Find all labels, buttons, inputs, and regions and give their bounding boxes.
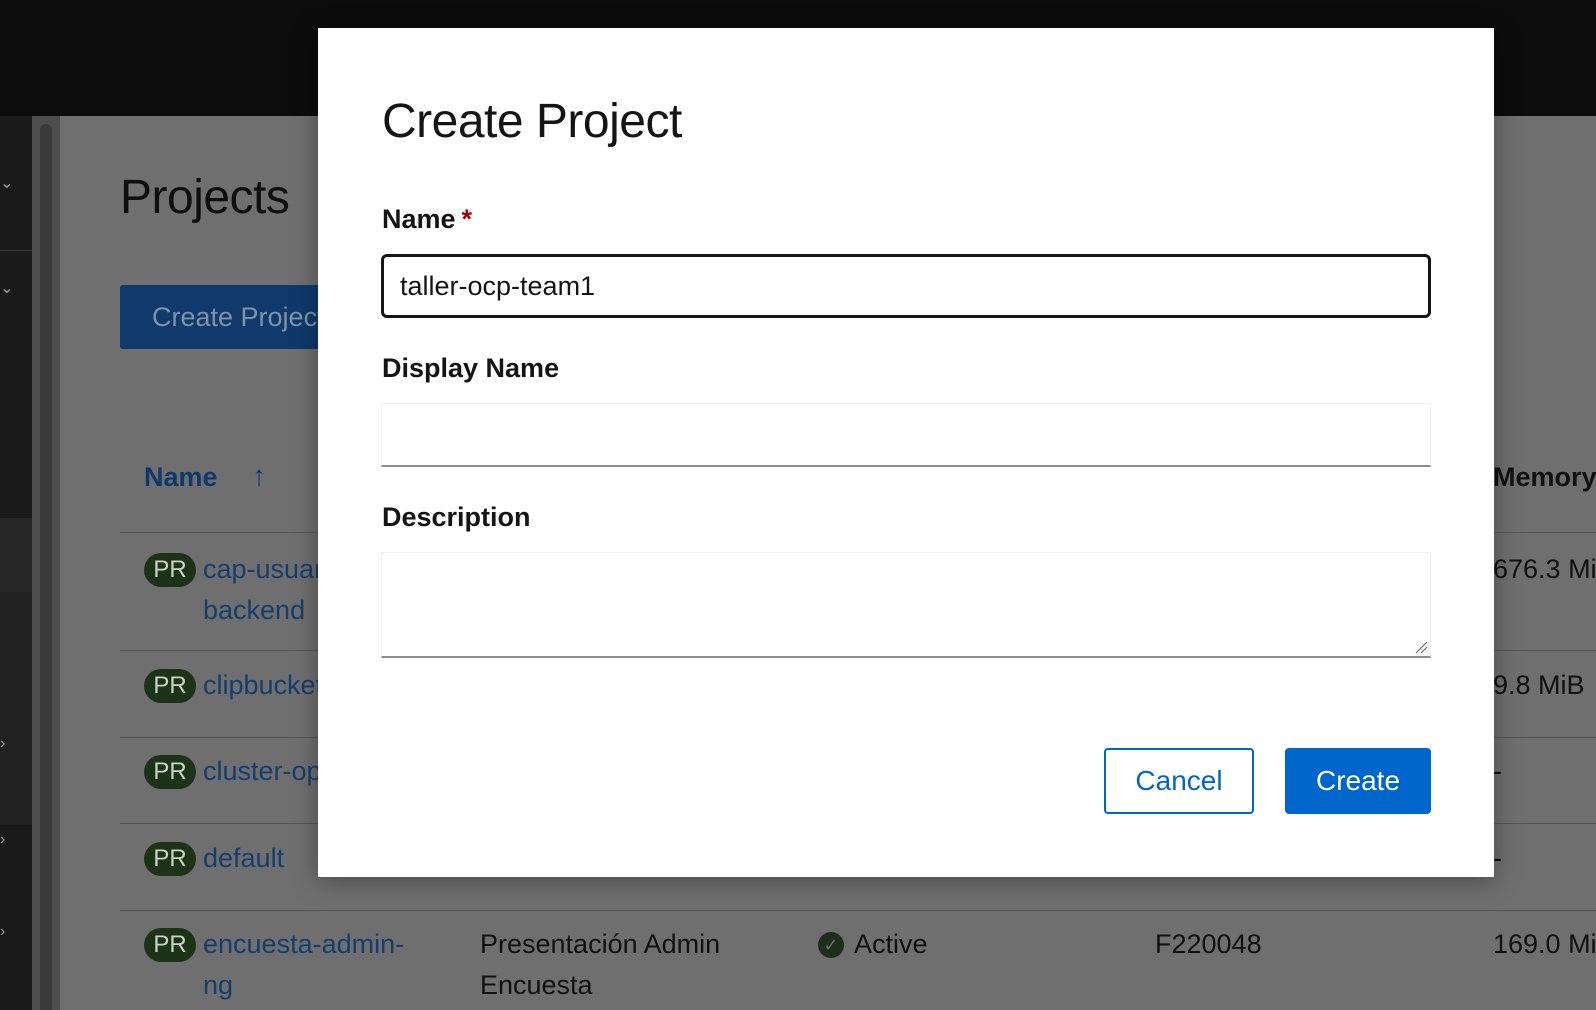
nav-divider (0, 250, 32, 251)
project-badge: PR (144, 755, 196, 789)
project-badge: PR (144, 553, 196, 587)
project-link[interactable]: encuesta-admin- (203, 929, 404, 960)
cancel-button[interactable]: Cancel (1104, 748, 1254, 814)
name-label-text: Name (382, 204, 456, 234)
nav-chevron-icon[interactable]: › (0, 832, 10, 848)
page-title: Projects (120, 171, 290, 224)
create-button[interactable]: Create (1285, 748, 1431, 814)
project-link-cont[interactable]: backend (203, 595, 305, 626)
nav-chevron-icon[interactable]: › (0, 736, 10, 752)
project-badge: PR (144, 669, 196, 703)
nav-expand-icon[interactable]: ⌄ (0, 176, 13, 192)
scrollbar-thumb[interactable] (40, 124, 52, 1010)
create-project-modal: Create Project Name * taller-ocp-team1 Di… (318, 28, 1494, 877)
display-name-label: Display Name (382, 353, 560, 383)
check-circle-icon: ✓ (818, 932, 844, 958)
project-link-cont[interactable]: ng (203, 970, 233, 1001)
project-link[interactable]: clipbucket (203, 670, 323, 701)
arrow-up-icon[interactable]: ↑ (252, 460, 266, 492)
memory-cell: 9.8 MiB (1493, 670, 1585, 700)
name-input[interactable]: taller-ocp-team1 (381, 254, 1431, 318)
nav-expand-icon[interactable]: ⌄ (0, 281, 13, 297)
column-header-memory[interactable]: Memory (1493, 462, 1596, 493)
nav-chevron-icon[interactable]: › (0, 924, 10, 940)
memory-cell: - (1493, 843, 1502, 873)
status-cell: Active (854, 929, 928, 959)
name-label: Name * (382, 204, 472, 235)
display-name-input[interactable] (381, 403, 1431, 467)
description-label: Description (382, 502, 531, 532)
nav-subsection (0, 592, 32, 825)
description-textarea[interactable] (381, 552, 1431, 658)
requester-cell: F220048 (1155, 929, 1262, 959)
side-nav: ⌄ ⌄ › › › (0, 116, 32, 1010)
modal-title: Create Project (382, 95, 682, 148)
resize-grip-icon[interactable] (1414, 640, 1428, 654)
project-badge: PR (144, 842, 196, 876)
project-link[interactable]: cluster-ops (203, 756, 335, 787)
memory-cell: 676.3 MiB (1493, 554, 1596, 584)
row-divider (120, 910, 1596, 911)
column-header-name[interactable]: Name (144, 462, 218, 493)
memory-cell: 169.0 MiB (1493, 929, 1596, 959)
required-marker: * (461, 204, 473, 234)
nav-scrollbar[interactable] (32, 116, 60, 1010)
project-link[interactable]: default (203, 843, 284, 874)
memory-cell: - (1493, 756, 1502, 786)
display-name-cell-cont: Encuesta (480, 970, 593, 1000)
nav-item-active[interactable] (0, 518, 32, 592)
project-badge: PR (144, 928, 196, 962)
display-name-cell: Presentación Admin (480, 929, 721, 959)
